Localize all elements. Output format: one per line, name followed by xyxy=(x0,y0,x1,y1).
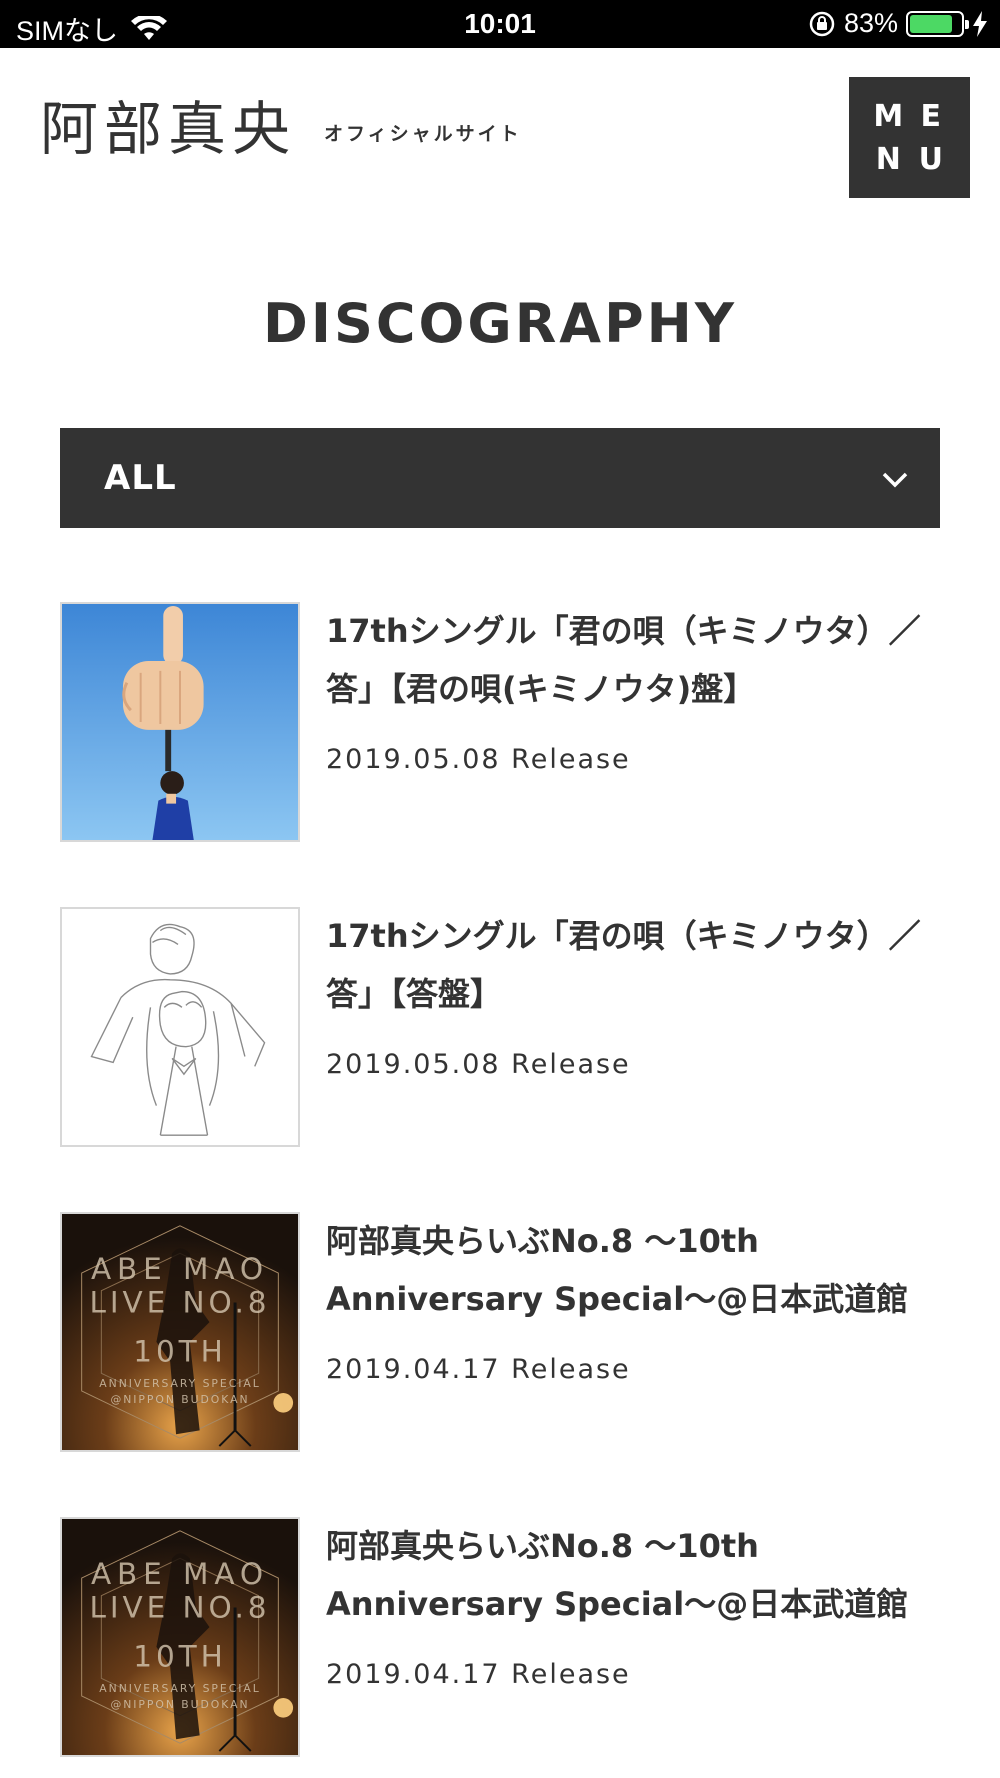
item-release-date: 2019.05.08 Release xyxy=(326,744,631,775)
menu-letter: M xyxy=(873,98,904,134)
cover-text: @NIPPON BUDOKAN xyxy=(110,1698,249,1711)
cover-text: ANNIVERSARY SPECIAL xyxy=(99,1377,260,1390)
item-info: 17thシングル「君の唄（キミノウタ）／答」【答盤】 2019.05.08 Re… xyxy=(326,907,940,1147)
cover-text: 10TH xyxy=(133,1335,226,1369)
live-stage-cover: ABE MAO LIVE NO.8 10TH ANNIVERSARY SPECI… xyxy=(62,1519,298,1755)
cover-thumbnail[interactable] xyxy=(60,602,300,842)
chevron-down-icon xyxy=(882,472,908,488)
logo-name: 阿部真央 xyxy=(40,95,297,163)
item-title[interactable]: 阿部真央らいぶNo.8 〜10th Anniversary Special〜@日… xyxy=(326,1517,940,1633)
cover-thumbnail[interactable]: ABE MAO LIVE NO.8 10TH ANNIVERSARY SPECI… xyxy=(60,1212,300,1452)
cover-text: 10TH xyxy=(133,1640,226,1674)
filter-selected-value: ALL xyxy=(104,458,177,498)
logo-subtitle: オフィシャルサイト xyxy=(324,123,522,145)
discography-item[interactable]: 17thシングル「君の唄（キミノウタ）／答」【答盤】 2019.05.08 Re… xyxy=(60,907,940,1147)
menu-letter: U xyxy=(918,141,943,177)
item-title[interactable]: 17thシングル「君の唄（キミノウタ）／答」【答盤】 xyxy=(326,907,940,1023)
cover-thumbnail[interactable]: ABE MAO LIVE NO.8 10TH ANNIVERSARY SPECI… xyxy=(60,1517,300,1757)
cover-text: ABE MAO xyxy=(91,1557,269,1591)
blue-sky-hand-cover xyxy=(62,604,298,840)
item-info: 阿部真央らいぶNo.8 〜10th Anniversary Special〜@日… xyxy=(326,1212,940,1452)
discography-item[interactable]: ABE MAO LIVE NO.8 10TH ANNIVERSARY SPECI… xyxy=(60,1212,940,1452)
battery-percent: 83% xyxy=(843,8,898,38)
site-logo[interactable]: 阿部真央 オフィシャルサイト xyxy=(40,100,522,158)
category-filter-select[interactable]: ALL xyxy=(60,428,940,528)
status-right: 83% xyxy=(808,8,988,39)
item-release-date: 2019.04.17 Release xyxy=(326,1659,631,1690)
cover-text: @NIPPON BUDOKAN xyxy=(110,1393,249,1406)
menu-letter: N xyxy=(875,141,901,177)
battery-icon xyxy=(906,10,969,37)
menu-button[interactable]: M E N U xyxy=(849,77,970,198)
battery-fill xyxy=(910,14,952,33)
rotation-lock-icon xyxy=(809,11,835,36)
item-release-date: 2019.04.17 Release xyxy=(326,1354,631,1385)
discography-list: 17thシングル「君の唄（キミノウタ）／答」【君の唄(キミノウタ)盤】 2019… xyxy=(60,602,940,1757)
cover-text: LIVE NO.8 xyxy=(90,1590,271,1624)
item-info: 阿部真央らいぶNo.8 〜10th Anniversary Special〜@日… xyxy=(326,1517,940,1757)
cover-thumbnail[interactable] xyxy=(60,907,300,1147)
pencil-sketch-cover xyxy=(62,909,298,1145)
status-bar: SIMなし 10:01 83% xyxy=(0,0,1000,48)
live-stage-cover: ABE MAO LIVE NO.8 10TH ANNIVERSARY SPECI… xyxy=(62,1214,298,1450)
cover-text: LIVE NO.8 xyxy=(90,1285,271,1319)
cover-text: ANNIVERSARY SPECIAL xyxy=(99,1682,260,1695)
charging-bolt-icon xyxy=(973,10,987,37)
discography-item[interactable]: ABE MAO LIVE NO.8 10TH ANNIVERSARY SPECI… xyxy=(60,1517,940,1757)
item-release-date: 2019.05.08 Release xyxy=(326,1049,631,1080)
item-info: 17thシングル「君の唄（キミノウタ）／答」【君の唄(キミノウタ)盤】 2019… xyxy=(326,602,940,842)
menu-letter: E xyxy=(920,98,942,134)
discography-item[interactable]: 17thシングル「君の唄（キミノウタ）／答」【君の唄(キミノウタ)盤】 2019… xyxy=(60,602,940,842)
cover-text: ABE MAO xyxy=(91,1252,269,1286)
item-title[interactable]: 17thシングル「君の唄（キミノウタ）／答」【君の唄(キミノウタ)盤】 xyxy=(326,602,940,718)
item-title[interactable]: 阿部真央らいぶNo.8 〜10th Anniversary Special〜@日… xyxy=(326,1212,940,1328)
page-title: DISCOGRAPHY xyxy=(263,292,737,355)
